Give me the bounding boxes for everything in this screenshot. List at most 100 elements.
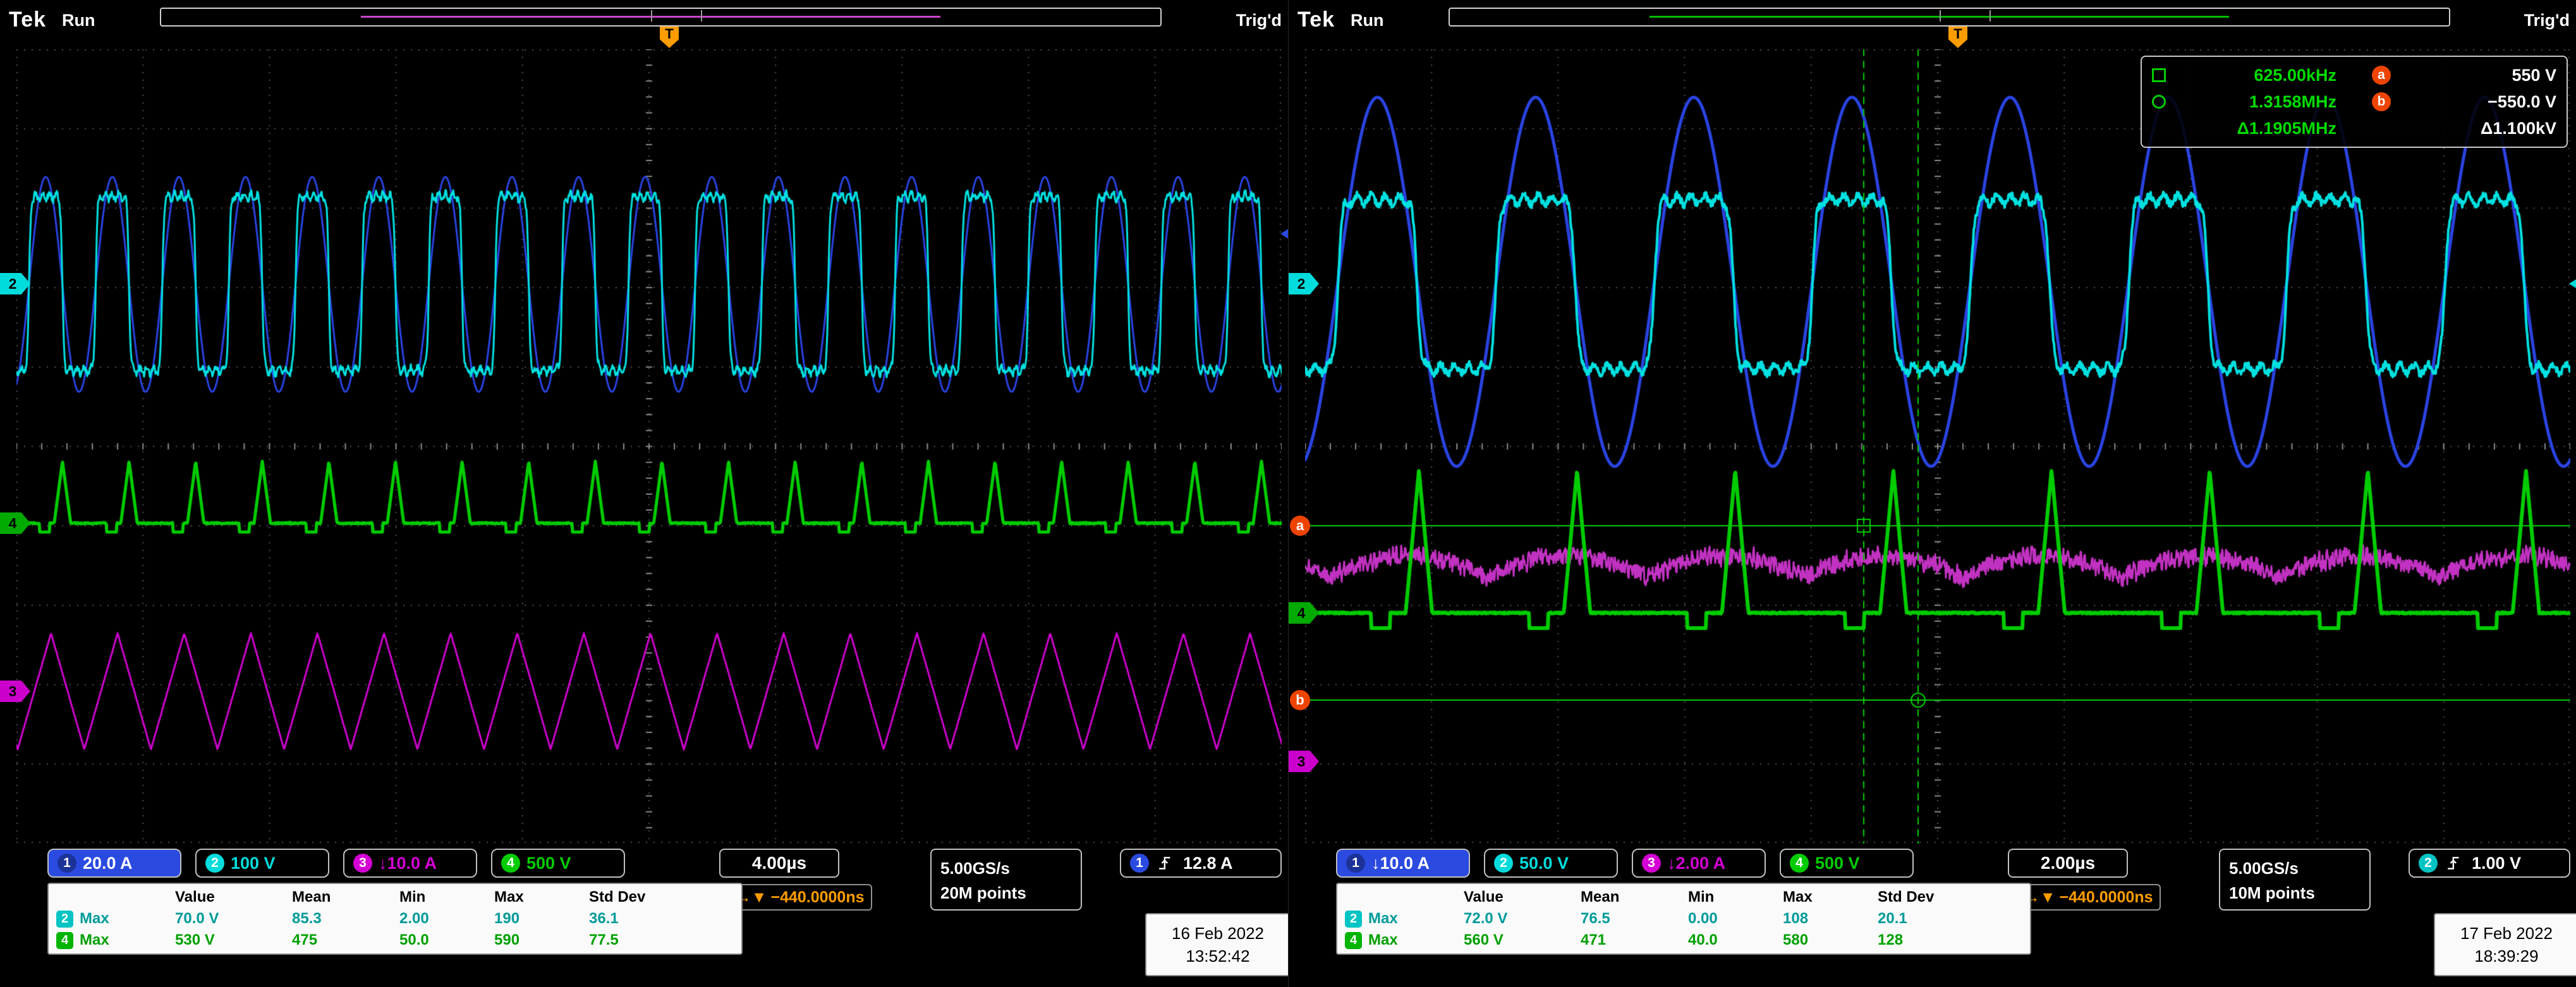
channel-1-scale-label: ↓10.0 A [1371,854,1430,873]
trigger-position-letter: T [1953,26,1962,42]
sample-rate-value: 5.00GS/s [940,856,1072,881]
cursor-frequency-value: 1.3158MHz [2172,92,2336,112]
top-bar: Tek Run T Trig'd [0,0,1288,49]
expand-bracket-right [701,10,702,21]
sample-rate-readout: 5.00GS/s 10M points [2219,849,2371,911]
trigger-slope-icon [2446,855,2463,871]
measurement-value: 0.00 [1680,910,1775,928]
channel-3-readout[interactable]: 3↓10.0 A [343,849,477,878]
measurement-channel-badge: 4 [1345,932,1362,949]
channel-readout-row: 120.0 A 2 100 V 3↓10.0 A 4 500 V [47,849,625,878]
measurement-table: ValueMeanMinMaxStd Dev 2Max72.0 V76.50.0… [1336,883,2031,955]
measurement-value: 36.1 [581,910,683,928]
channel-1-badge: 1 [1346,854,1365,873]
channel-4-readout[interactable]: 4500 V [1780,849,1914,878]
measurement-header-cell: Min [392,888,487,906]
measurement-name: Max [80,931,109,949]
measurement-value: 72.0 V [1456,910,1573,928]
readout-strip: 120.0 A2100 V3↓10.0 A4500 V 4.00µs ≈→▼ −… [0,844,1288,987]
trigger-readout[interactable]: 1 12.8 A [1120,849,1282,878]
measurement-value: 475 [284,931,392,949]
channel-1-badge: 1 [58,854,76,873]
measurement-row-ch2: 2Max70.0 V85.32.0019036.1 [54,908,736,929]
measurement-name: Max [80,910,109,928]
measurement-value: 580 [1775,931,1870,949]
timebase-value: 4.00µs [752,853,806,873]
measurement-value: 85.3 [284,910,392,928]
time-value: 13:52:42 [1186,945,1249,967]
expand-bracket-left [651,10,652,21]
channel-4-badge: 4 [501,854,520,873]
trigger-source-badge: 1 [1130,854,1149,873]
trigger-level-value: 1.00 V [2472,854,2521,873]
horizontal-position-value: −440.0000ns [2059,888,2153,907]
measurement-value: 590 [487,931,581,949]
measurement-name: Max [1368,910,1398,928]
measurement-row-ch2: 2Max72.0 V76.50.0010820.1 [1342,908,2025,929]
measurement-value: 40.0 [1680,931,1775,949]
measurement-row-ch4: 4Max560 V47140.0580128 [1342,929,2025,951]
channel-1-readout[interactable]: 120.0 A [47,849,181,878]
expand-bracket-right [1990,10,1991,21]
channel-2-scale-label: 100 V [231,854,276,873]
measurement-header-cell: Mean [1573,888,1680,906]
trigger-level-value: 12.8 A [1183,854,1233,873]
channel-3-readout[interactable]: 3↓2.00 A [1632,849,1766,878]
measurement-header-cell: Mean [284,888,392,906]
trigger-readout[interactable]: 2 1.00 V [2409,849,2570,878]
expand-bracket-left [1940,10,1941,21]
measurement-value: 77.5 [581,931,683,949]
cursor-readout-box: 625.00kHza550 V1.3158MHzb−550.0 VΔ1.1905… [2141,56,2568,148]
cursor-b-badge: b [2372,92,2391,111]
measurement-header-cell: Value [1456,888,1573,906]
channel-4-scale-label: 500 V [526,854,571,873]
cursor-circle-icon [2152,95,2166,109]
datetime-box: 17 Feb 2022 18:39:29 [2434,913,2576,976]
cursor-voltage-value: Δ1.100kV [2397,119,2556,138]
measurement-header-cell: Value [167,888,284,906]
waveform-canvas [16,49,1282,844]
record-length-value: 10M points [2229,881,2360,905]
measurement-header-cell: Std Dev [1870,888,1971,906]
measurement-table: ValueMeanMinMaxStd Dev 2Max70.0 V85.32.0… [47,883,743,955]
channel-readout-row: 1 ↓10.0 A 250.0 V 3↓2.00 A 4500 V [1336,849,1914,878]
trigger-slope-icon [1158,855,1174,871]
channel-2-readout[interactable]: 250.0 V [1484,849,1618,878]
cursor-square-icon [2152,68,2166,82]
record-view-bar[interactable] [160,8,1162,27]
measurement-name: Max [1368,931,1398,949]
cursor-voltage-value: 550 V [2397,66,2556,85]
trigger-status: Trig'd [1236,11,1282,30]
measurement-value: 20.1 [1870,910,1971,928]
measurement-value: 50.0 [392,931,487,949]
acquisition-status: Run [1351,11,1383,30]
cursor-voltage-value: −550.0 V [2397,92,2556,112]
trigger-position-flag[interactable]: T [660,27,679,48]
sample-rate-readout: 5.00GS/s 20M points [930,849,1082,911]
scope-panel-right: Tek Run T Trig'd 243ab 625.00kHza550 V1.… [1288,0,2576,987]
record-view-bar[interactable] [1449,8,2450,27]
timebase-readout[interactable]: 2.00µs [2008,849,2128,878]
cursor-frequency-value: Δ1.1905MHz [2172,119,2336,138]
channel-2-badge: 2 [205,854,224,873]
channel-4-readout[interactable]: 4 500 V [491,849,625,878]
cursor-readout-row-3: Δ1.1905MHz Δ1.100kV [2152,115,2556,142]
timebase-readout[interactable]: 4.00µs [719,849,839,878]
timebase-value: 2.00µs [2041,853,2095,873]
measurement-header-cell: Max [487,888,581,906]
acquisition-status: Run [62,11,95,30]
measurement-header-cell: Max [1775,888,1870,906]
waveform-canvas [1305,49,2570,844]
channel-3-badge: 3 [353,854,372,873]
measurement-value: 190 [487,910,581,928]
trigger-position-flag[interactable]: T [1948,27,1967,48]
channel-1-readout[interactable]: 1 ↓10.0 A [1336,849,1470,878]
graticule: 243ab 625.00kHza550 V1.3158MHzb−550.0 VΔ… [1305,49,2570,844]
measurement-channel-badge: 2 [1345,911,1362,928]
trigger-position-letter: T [665,26,673,42]
channel-2-readout[interactable]: 2 100 V [195,849,329,878]
record-length-value: 20M points [940,881,1072,905]
date-value: 17 Feb 2022 [2460,922,2553,945]
measurement-rows: 2Max72.0 V76.50.0010820.14Max560 V47140.… [1342,908,2025,951]
cursor-a-badge: a [2372,66,2391,85]
